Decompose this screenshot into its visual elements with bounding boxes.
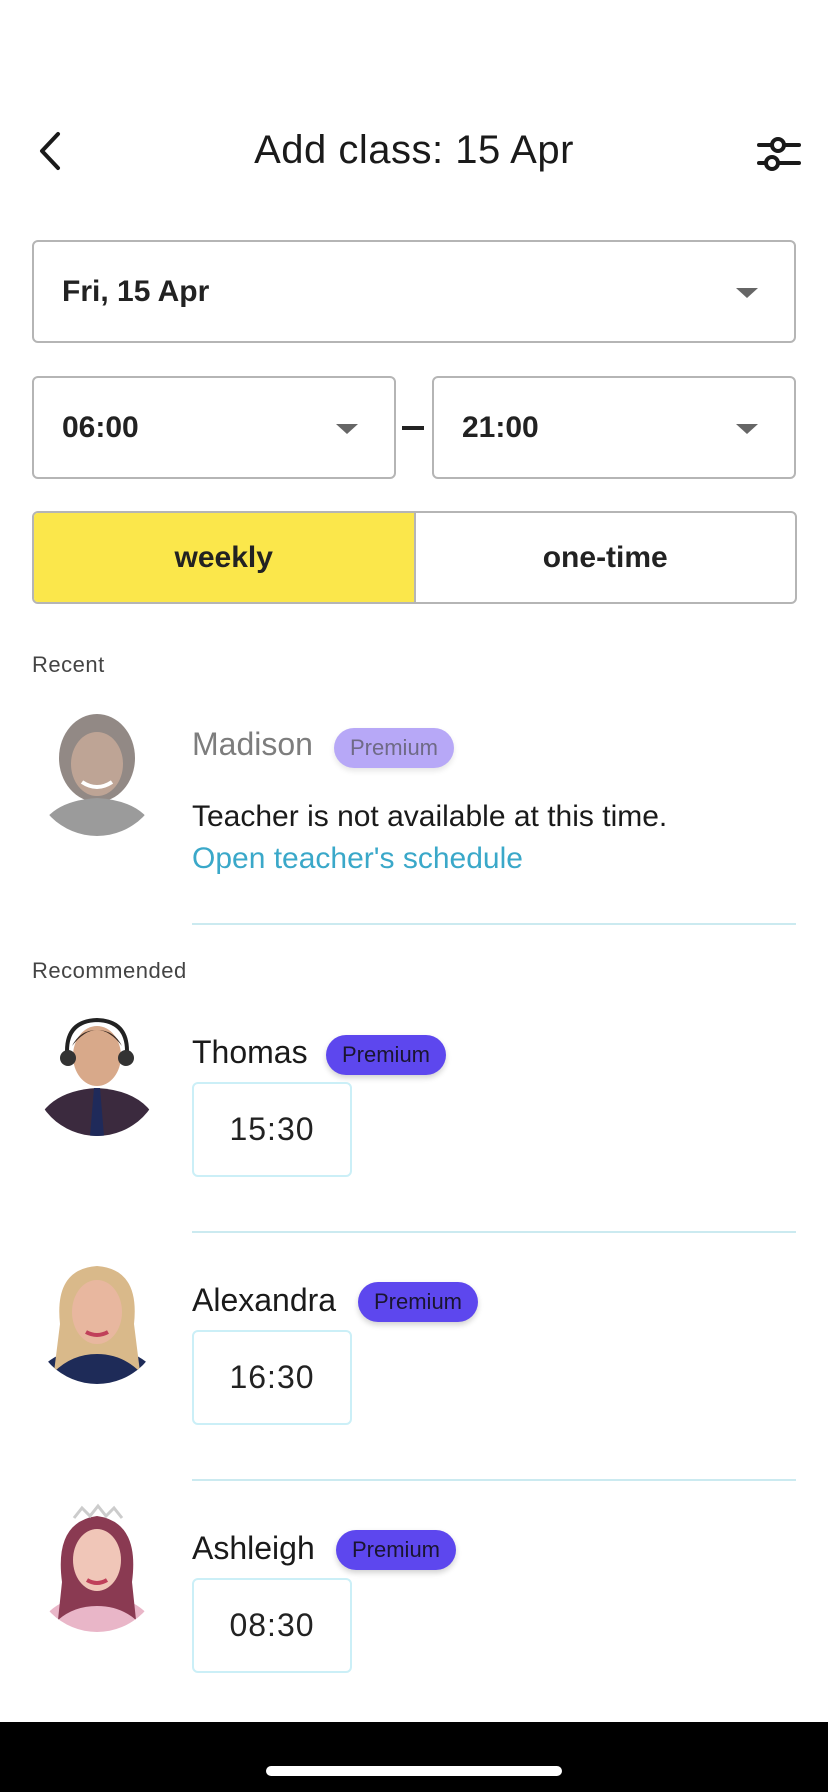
end-time-value: 21:00 bbox=[462, 410, 539, 444]
weekly-option[interactable]: weekly bbox=[34, 513, 416, 602]
teacher-name: Thomas bbox=[192, 1034, 308, 1070]
teacher-name: Madison bbox=[192, 726, 313, 762]
unavailable-message: Teacher is not available at this time. bbox=[192, 800, 668, 833]
recommended-section-label: Recommended bbox=[32, 958, 187, 983]
system-home-bar bbox=[0, 1722, 828, 1792]
teacher-avatar-alexandra[interactable] bbox=[32, 1254, 162, 1384]
open-schedule-link[interactable]: Open teacher's schedule bbox=[192, 842, 523, 876]
teacher-avatar-madison[interactable] bbox=[32, 706, 162, 836]
time-range-separator bbox=[402, 426, 424, 430]
date-value: Fri, 15 Apr bbox=[62, 274, 210, 308]
premium-badge: Premium bbox=[336, 1530, 457, 1570]
start-time-dropdown[interactable]: 06:00 bbox=[32, 376, 396, 479]
divider bbox=[192, 923, 796, 925]
avatar-image bbox=[32, 706, 162, 836]
avatar-image bbox=[32, 1006, 162, 1136]
date-dropdown[interactable]: Fri, 15 Apr bbox=[32, 240, 796, 343]
page-title: Add class: 15 Apr bbox=[254, 128, 574, 172]
start-time-value: 06:00 bbox=[62, 410, 139, 444]
top-bar: Add class: 15 Apr bbox=[0, 110, 828, 192]
avatar-image bbox=[32, 1502, 162, 1632]
caret-down-icon bbox=[736, 423, 758, 434]
time-slot-button[interactable]: 08:30 bbox=[192, 1578, 352, 1673]
avatar-image bbox=[32, 1254, 162, 1384]
teacher-name: Alexandra bbox=[192, 1282, 337, 1318]
teacher-name: Ashleigh bbox=[192, 1530, 315, 1566]
caret-down-icon bbox=[336, 423, 358, 434]
sliders-icon bbox=[757, 137, 801, 171]
divider bbox=[192, 1479, 796, 1481]
caret-down-icon bbox=[736, 287, 758, 298]
time-slot-button[interactable]: 16:30 bbox=[192, 1330, 352, 1425]
home-indicator[interactable] bbox=[266, 1766, 562, 1776]
divider bbox=[192, 1231, 796, 1233]
premium-badge: Premium bbox=[358, 1282, 479, 1322]
frequency-toggle: weekly one-time bbox=[32, 511, 797, 604]
recent-section-label: Recent bbox=[32, 652, 105, 677]
one-time-option[interactable]: one-time bbox=[416, 513, 796, 602]
premium-badge: Premium bbox=[334, 728, 455, 768]
filter-button[interactable] bbox=[754, 128, 804, 178]
time-slot-button[interactable]: 15:30 bbox=[192, 1082, 352, 1177]
end-time-dropdown[interactable]: 21:00 bbox=[432, 376, 796, 479]
teacher-avatar-thomas[interactable] bbox=[32, 1006, 162, 1136]
premium-badge: Premium bbox=[326, 1035, 447, 1075]
teacher-avatar-ashleigh[interactable] bbox=[32, 1502, 162, 1632]
